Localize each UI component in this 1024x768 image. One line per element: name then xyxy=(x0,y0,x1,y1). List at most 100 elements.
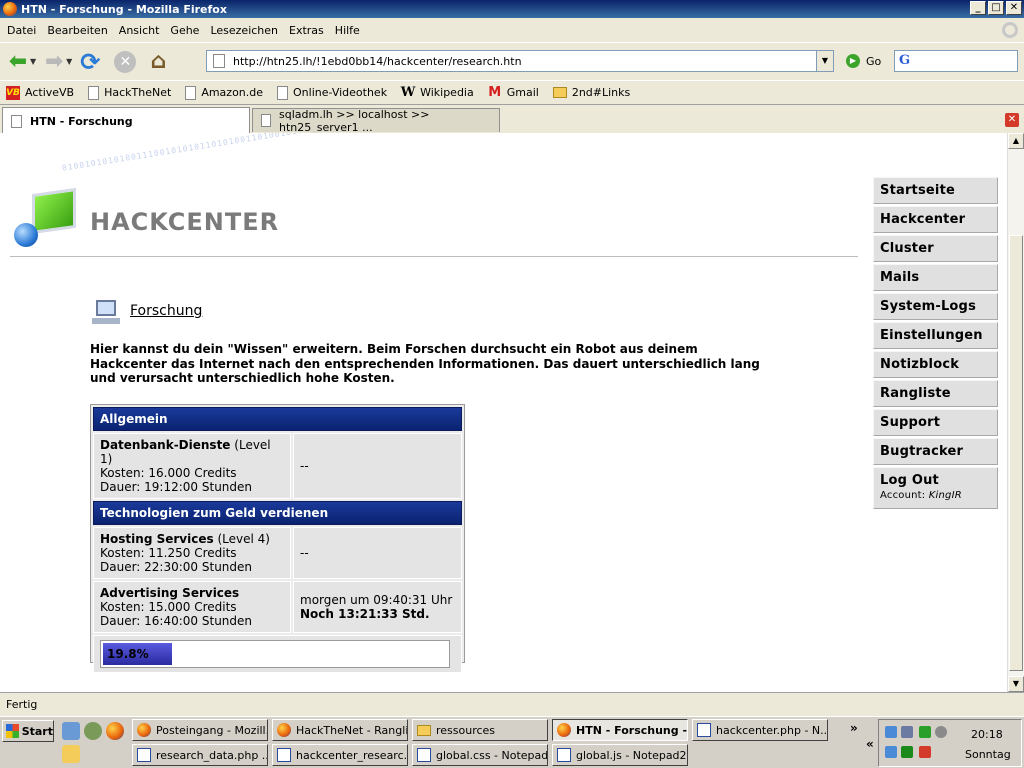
quicklaunch-firefox-icon[interactable] xyxy=(106,722,124,740)
tab-sqladm[interactable]: sqladm.lh >> localhost >> htn25_server1 … xyxy=(252,108,500,134)
scroll-up-icon[interactable]: ▲ xyxy=(1008,133,1024,149)
taskbar-hackcenter-php[interactable]: hackcenter.php - N... xyxy=(692,719,828,741)
nav-system-logs[interactable]: System-Logs xyxy=(873,293,998,320)
minimize-button[interactable]: _ xyxy=(970,1,986,15)
bookmark-amazon[interactable]: Amazon.de xyxy=(185,85,263,100)
tab-htn-forschung[interactable]: HTN - Forschung xyxy=(2,107,250,134)
item-status: -- xyxy=(293,527,462,579)
logout-label: Log Out xyxy=(880,473,939,488)
back-button[interactable]: ⬅ xyxy=(4,48,32,76)
notepad-icon xyxy=(277,748,291,762)
table-row: Datenbank-Dienste (Level 1) Kosten: 16.0… xyxy=(93,433,462,499)
menu-extras[interactable]: Extras xyxy=(285,24,331,37)
forward-dropdown-icon[interactable]: ▼ xyxy=(66,57,72,66)
window-titlebar: HTN - Forschung - Mozilla Firefox _ □ ✕ xyxy=(0,0,1024,18)
stop-button[interactable]: ✕ xyxy=(114,50,137,73)
item-name: Advertising Services xyxy=(100,586,240,600)
close-button[interactable]: ✕ xyxy=(1006,1,1022,15)
url-dropdown-icon[interactable]: ▼ xyxy=(816,51,833,71)
url-bar[interactable]: http://htn25.lh/!1ebd0bb14/hackcenter/re… xyxy=(206,50,834,72)
table-row: Hosting Services (Level 4) Kosten: 11.25… xyxy=(93,527,462,579)
back-dropdown-icon[interactable]: ▼ xyxy=(30,57,36,66)
menu-lesezeichen[interactable]: Lesezeichen xyxy=(206,24,285,37)
eta-text: morgen um 09:40:31 Uhr xyxy=(300,593,453,607)
start-label: Start xyxy=(21,724,53,738)
nav-bugtracker[interactable]: Bugtracker xyxy=(873,438,998,465)
close-tab-icon[interactable]: ✕ xyxy=(1005,113,1019,127)
tray-expand-icon[interactable]: « xyxy=(866,737,874,751)
research-computer-icon xyxy=(90,298,122,326)
bookmark-gmail[interactable]: M Gmail xyxy=(488,85,539,100)
nav-logout[interactable]: Log Out Account: KingIR xyxy=(873,467,998,509)
nav-cluster[interactable]: Cluster xyxy=(873,235,998,262)
quicklaunch-mozilla-icon[interactable] xyxy=(84,722,102,740)
vertical-scrollbar[interactable]: ▲ ▼ xyxy=(1007,133,1024,692)
quicklaunch-desktop-icon[interactable] xyxy=(62,745,80,763)
nav-einstellungen[interactable]: Einstellungen xyxy=(873,322,998,349)
search-input[interactable]: G xyxy=(894,50,1018,72)
account-name: KingIR xyxy=(928,490,962,501)
item-duration: Dauer: 19:12:00 Stunden xyxy=(100,480,253,494)
item-name: Hosting Services xyxy=(100,532,214,546)
menu-bearbeiten[interactable]: Bearbeiten xyxy=(43,24,114,37)
nav-notizblock[interactable]: Notizblock xyxy=(873,351,998,378)
nav-mails[interactable]: Mails xyxy=(873,264,998,291)
scroll-down-icon[interactable]: ▼ xyxy=(1008,676,1024,692)
speaker-icon[interactable] xyxy=(935,726,947,738)
play-icon[interactable] xyxy=(919,726,931,738)
taskbar-posteingang[interactable]: Posteingang - Mozill... xyxy=(132,719,268,741)
google-icon[interactable]: G xyxy=(899,53,910,68)
status-bar: Fertig xyxy=(0,692,1024,716)
menu-ansicht[interactable]: Ansicht xyxy=(115,24,167,37)
connection-icon[interactable] xyxy=(885,746,897,758)
forschung-link[interactable]: Forschung xyxy=(130,303,202,319)
bookmark-wikipedia[interactable]: W Wikipedia xyxy=(401,85,474,100)
task-label: hackcenter.php - N... xyxy=(716,723,828,737)
reload-button[interactable]: ⟳ xyxy=(76,48,104,76)
nav-rangliste[interactable]: Rangliste xyxy=(873,380,998,407)
taskbar-more-icon[interactable]: » xyxy=(850,721,858,735)
taskbar-global-css[interactable]: global.css - Notepad2 xyxy=(412,744,548,766)
alert-icon[interactable] xyxy=(919,746,931,758)
home-button[interactable]: ⌂ xyxy=(144,48,172,76)
menu-hilfe[interactable]: Hilfe xyxy=(331,24,367,37)
scrollbar-thumb[interactable] xyxy=(1009,235,1023,671)
taskbar-hackcenter-research[interactable]: hackcenter_researc... xyxy=(272,744,408,766)
bookmark-folder-2nd-links[interactable]: 2nd#Links xyxy=(552,86,630,99)
taskbar-htn-forschung[interactable]: HTN - Forschung - ... xyxy=(552,719,688,741)
go-button[interactable]: ▶ Go xyxy=(846,54,881,68)
menu-datei[interactable]: Datei xyxy=(3,24,43,37)
notepad-icon xyxy=(557,748,571,762)
page-icon xyxy=(277,85,289,100)
taskbar-ressources[interactable]: ressources xyxy=(412,719,548,741)
nav-support[interactable]: Support xyxy=(873,409,998,436)
research-table: Allgemein Datenbank-Dienste (Level 1) Ko… xyxy=(90,404,465,673)
maximize-button[interactable]: □ xyxy=(988,1,1004,15)
bookmark-online-videothek[interactable]: Online-Videothek xyxy=(277,85,387,100)
page-icon xyxy=(213,54,225,68)
taskbar-research-data-php[interactable]: research_data.php ... xyxy=(132,744,268,766)
quicklaunch-ie-icon[interactable] xyxy=(62,722,80,740)
side-navigation: Startseite Hackcenter Cluster Mails Syst… xyxy=(873,177,998,511)
network-icon-2[interactable] xyxy=(901,726,913,738)
page-icon xyxy=(88,85,100,100)
taskbar-hackthenet[interactable]: HackTheNet - Rangli... xyxy=(272,719,408,741)
menu-gehe[interactable]: Gehe xyxy=(166,24,206,37)
network-icon[interactable] xyxy=(885,726,897,738)
url-text[interactable]: http://htn25.lh/!1ebd0bb14/hackcenter/re… xyxy=(233,55,522,68)
bookmark-activevb[interactable]: VB ActiveVB xyxy=(6,85,74,100)
nav-hackcenter[interactable]: Hackcenter xyxy=(873,206,998,233)
throbber-icon xyxy=(1002,22,1018,38)
page-icon xyxy=(261,114,271,127)
forward-button[interactable]: ➡ xyxy=(40,48,68,76)
bookmark-hackthenet[interactable]: HackTheNet xyxy=(88,85,171,100)
notepad-icon xyxy=(137,748,151,762)
nav-startseite[interactable]: Startseite xyxy=(873,177,998,204)
green-status-icon[interactable] xyxy=(901,746,913,758)
monitor-screen xyxy=(32,187,76,235)
item-cost: Kosten: 16.000 Credits xyxy=(100,466,237,480)
navigation-toolbar: ⬅ ▼ ➡ ▼ ⟳ ✕ ⌂ http://htn25.lh/!1ebd0bb14… xyxy=(0,42,1024,80)
taskbar-global-js[interactable]: global.js - Notepad2 xyxy=(552,744,688,766)
start-button[interactable]: Start xyxy=(2,720,54,742)
clock-time[interactable]: 20:18 xyxy=(971,728,1003,741)
